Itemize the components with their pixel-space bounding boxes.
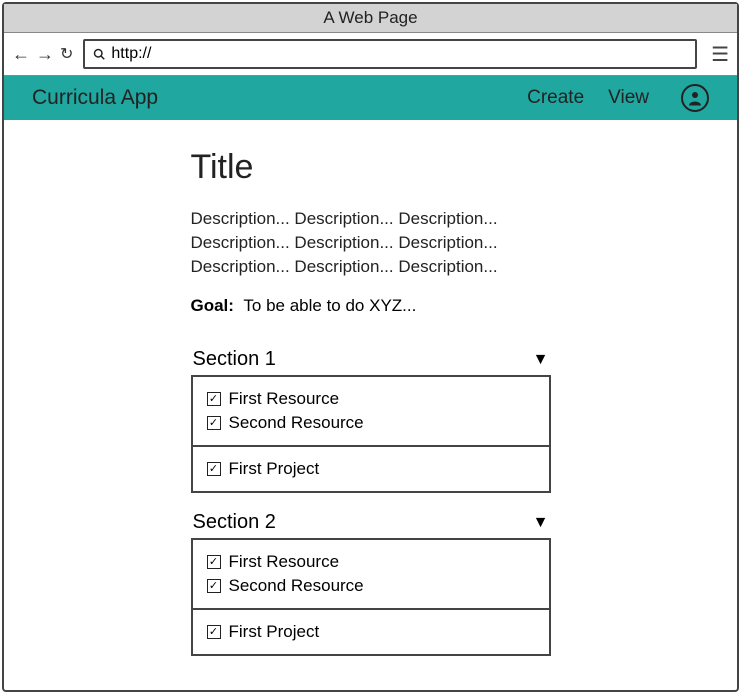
checkbox-icon[interactable]: ✓ xyxy=(207,579,221,593)
avatar-icon[interactable] xyxy=(681,84,709,112)
resource-label[interactable]: Second Resource xyxy=(229,576,364,596)
section-1-resources: ✓ First Resource ✓ Second Resource xyxy=(193,377,549,445)
refresh-icon[interactable]: ↻ xyxy=(60,44,73,64)
goal-label: Goal: xyxy=(191,296,234,315)
url-bar[interactable]: http:// xyxy=(83,39,697,69)
section-1: Section 1 ▼ ✓ First Resource ✓ Second Re… xyxy=(191,344,551,493)
app-navbar: Curricula App Create View xyxy=(4,76,737,120)
section-1-projects: ✓ First Project xyxy=(193,445,549,491)
section-2-projects: ✓ First Project xyxy=(193,608,549,654)
checkbox-icon[interactable]: ✓ xyxy=(207,555,221,569)
chevron-down-icon: ▼ xyxy=(533,514,549,532)
goal-line: Goal: To be able to do XYZ... xyxy=(191,296,551,316)
checkbox-icon[interactable]: ✓ xyxy=(207,462,221,476)
section-1-header[interactable]: Section 1 ▼ xyxy=(191,344,551,377)
section-1-body: ✓ First Resource ✓ Second Resource ✓ Fir… xyxy=(191,377,551,493)
list-item: ✓ First Resource xyxy=(207,550,535,574)
list-item: ✓ First Resource xyxy=(207,387,535,411)
nav-view[interactable]: View xyxy=(608,87,649,109)
list-item: ✓ Second Resource xyxy=(207,574,535,598)
section-2-body: ✓ First Resource ✓ Second Resource ✓ Fir… xyxy=(191,540,551,656)
project-label[interactable]: First Project xyxy=(229,459,320,479)
window-titlebar: A Web Page xyxy=(4,4,737,33)
content-inner: Title Description... Description... Desc… xyxy=(191,148,551,690)
search-icon xyxy=(93,48,105,60)
page-description: Description... Description... Descriptio… xyxy=(191,207,551,278)
section-2-resources: ✓ First Resource ✓ Second Resource xyxy=(193,540,549,608)
list-item: ✓ First Project xyxy=(207,620,535,644)
app-brand[interactable]: Curricula App xyxy=(32,86,527,110)
app-nav-links: Create View xyxy=(527,84,709,112)
menu-icon[interactable]: ☰ xyxy=(711,42,729,67)
browser-window: A Web Page ← → ↻ http:// ☰ Curricula App… xyxy=(2,2,739,692)
forward-icon[interactable]: → xyxy=(36,44,54,65)
content-area: Title Description... Description... Desc… xyxy=(4,120,737,690)
section-2-header[interactable]: Section 2 ▼ xyxy=(191,507,551,540)
window-title: A Web Page xyxy=(323,8,417,27)
back-icon[interactable]: ← xyxy=(12,44,30,65)
list-item: ✓ Second Resource xyxy=(207,411,535,435)
browser-toolbar: ← → ↻ http:// ☰ xyxy=(4,33,737,76)
resource-label[interactable]: Second Resource xyxy=(229,413,364,433)
list-item: ✓ First Project xyxy=(207,457,535,481)
resource-label[interactable]: First Resource xyxy=(229,389,340,409)
nav-create[interactable]: Create xyxy=(527,87,584,109)
section-2-title: Section 2 xyxy=(193,511,276,534)
checkbox-icon[interactable]: ✓ xyxy=(207,416,221,430)
page-title: Title xyxy=(191,148,551,187)
checkbox-icon[interactable]: ✓ xyxy=(207,392,221,406)
project-label[interactable]: First Project xyxy=(229,622,320,642)
checkbox-icon[interactable]: ✓ xyxy=(207,625,221,639)
section-2: Section 2 ▼ ✓ First Resource ✓ Second Re… xyxy=(191,507,551,656)
goal-text: To be able to do XYZ... xyxy=(243,296,416,315)
url-text: http:// xyxy=(111,45,151,63)
resource-label[interactable]: First Resource xyxy=(229,552,340,572)
section-1-title: Section 1 xyxy=(193,348,276,371)
chevron-down-icon: ▼ xyxy=(533,351,549,369)
